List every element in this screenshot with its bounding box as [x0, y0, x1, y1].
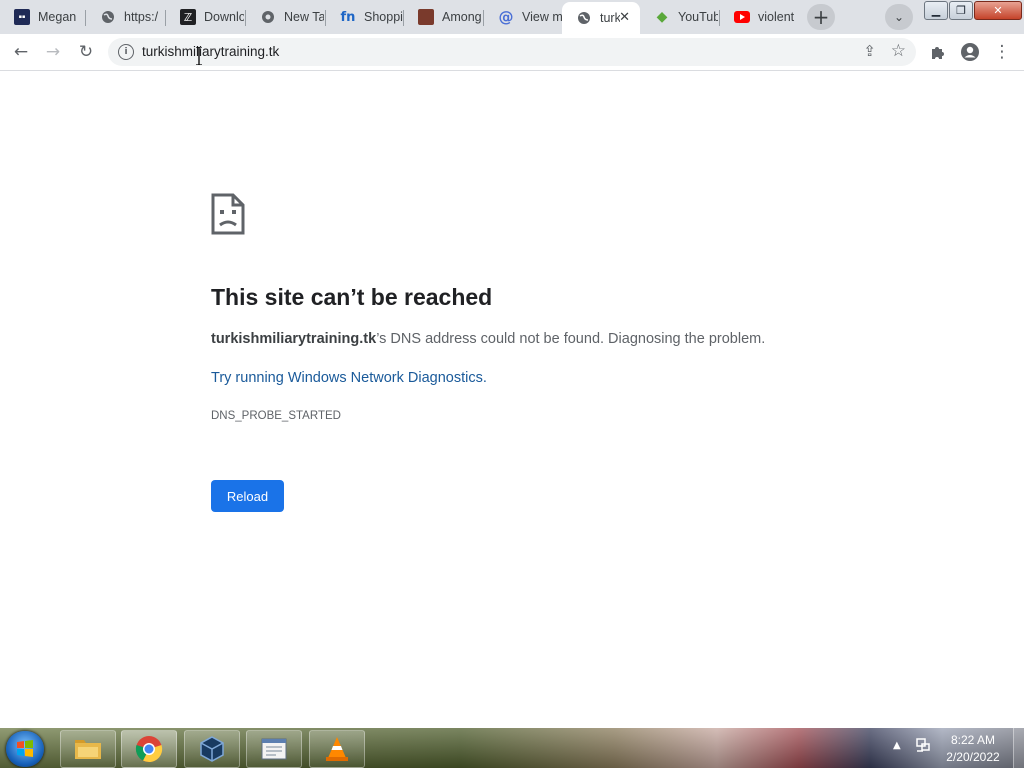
- folder-icon: [75, 740, 101, 759]
- globe-icon: [576, 10, 592, 26]
- tab-strip: ▪▪ Megan https:/ ℤ Downlo New Ta fn Shop…: [0, 0, 1024, 34]
- at-icon: @: [498, 8, 514, 26]
- virtualbox-icon: [200, 736, 224, 762]
- error-title: This site can’t be reached: [211, 284, 493, 310]
- tab-label: violent: [758, 10, 795, 24]
- more-vertical-icon: ⋮: [993, 42, 1011, 62]
- vlc-cone-icon: [326, 737, 348, 761]
- gem-icon: ◆: [656, 9, 668, 25]
- close-window-button[interactable]: ✕: [974, 1, 1022, 20]
- tab-label: YouTub: [678, 10, 718, 24]
- plus-icon: +: [812, 5, 830, 29]
- reload-button[interactable]: Reload: [211, 480, 284, 512]
- error-description: turkishmiliarytraining.tk’s DNS address …: [211, 331, 765, 347]
- reload-toolbar-button[interactable]: ↻: [74, 40, 98, 64]
- tab-label: turk: [600, 11, 620, 25]
- tab-label: View m: [522, 10, 562, 24]
- profile-button[interactable]: [958, 40, 982, 64]
- taskbar-notepad[interactable]: [246, 730, 302, 768]
- tab-search-button[interactable]: ⌄: [885, 4, 913, 30]
- clock-time: 8:22 AM: [950, 733, 996, 747]
- start-button[interactable]: [6, 731, 44, 767]
- tab-violent[interactable]: violent: [720, 2, 800, 32]
- tab-label: Megan: [38, 10, 77, 24]
- avatar-icon: [961, 43, 979, 61]
- puzzle-icon: [932, 47, 944, 59]
- tab-new-tab[interactable]: New Ta: [246, 2, 326, 32]
- new-tab-button[interactable]: +: [807, 4, 835, 30]
- download-site-icon: ℤ: [180, 9, 196, 25]
- taskbar-chrome[interactable]: [121, 730, 177, 768]
- tab-shopping[interactable]: fn Shoppi: [326, 2, 404, 32]
- tab-megan[interactable]: ▪▪ Megan: [0, 2, 86, 32]
- show-desktop-button[interactable]: [1013, 728, 1024, 768]
- chrome-icon: [260, 9, 276, 25]
- window-controls: ▁ ❐ ✕: [922, 0, 1024, 20]
- forward-button[interactable]: →: [41, 40, 65, 64]
- tab-label: Downlo: [204, 10, 244, 24]
- extensions-button[interactable]: [926, 40, 950, 64]
- show-hidden-icons-button[interactable]: ▲: [893, 740, 901, 751]
- diagnostics-suffix: .: [482, 370, 487, 386]
- diagnostics-suggestion: Try running Windows Network Diagnostics.: [211, 370, 487, 386]
- diagnostics-prefix: Try running: [211, 370, 288, 386]
- tab-download[interactable]: ℤ Downlo: [166, 2, 246, 32]
- taskbar-virtualbox[interactable]: [184, 730, 240, 768]
- tab-https[interactable]: https:/: [86, 2, 166, 32]
- chevron-down-icon: ⌄: [893, 10, 905, 24]
- close-icon: ✕: [993, 4, 1003, 17]
- minimize-button[interactable]: ▁: [924, 1, 948, 20]
- tab-label: https:/: [124, 10, 159, 24]
- tab-label: Shoppi: [364, 10, 403, 24]
- back-arrow-icon: ←: [13, 42, 29, 62]
- taskbar-explorer[interactable]: [60, 730, 116, 768]
- text-cursor-icon: [196, 47, 202, 65]
- youtube-icon: [734, 9, 750, 25]
- address-bar-url[interactable]: turkishmiliarytraining.tk: [142, 44, 279, 59]
- globe-icon: [100, 9, 116, 25]
- network-diagnostics-link[interactable]: Windows Network Diagnostics: [288, 370, 483, 386]
- maximize-button[interactable]: ❐: [949, 1, 973, 20]
- error-code: DNS_PROBE_STARTED: [211, 410, 341, 422]
- reload-icon: ↻: [78, 42, 94, 62]
- windows-taskbar: [0, 728, 1024, 768]
- fn-icon: fn: [340, 9, 356, 25]
- back-button[interactable]: ←: [9, 40, 33, 64]
- address-bar[interactable]: i turkishmiliarytraining.tk ⇪ ☆: [108, 38, 916, 66]
- megan-site-icon: ▪▪: [14, 9, 30, 25]
- tab-label: New Ta: [284, 10, 324, 24]
- tab-view[interactable]: @ View m: [484, 2, 563, 32]
- taskbar-vlc[interactable]: [309, 730, 365, 768]
- menu-button[interactable]: ⋮: [990, 40, 1014, 64]
- document-icon: [261, 738, 287, 760]
- windows-logo-icon: [17, 740, 33, 757]
- sad-document-icon: [211, 193, 245, 235]
- chrome-logo-icon: [135, 736, 163, 763]
- forward-arrow-icon: →: [45, 42, 61, 62]
- bookmark-star-icon[interactable]: ☆: [891, 41, 906, 61]
- site-info-icon[interactable]: i: [118, 44, 134, 60]
- browser-toolbar: ← → ↻ i turkishmiliarytraining.tk ⇪ ☆ ⋮: [0, 34, 1024, 71]
- tab-active-turk[interactable]: turk ✕: [562, 2, 640, 34]
- network-icon[interactable]: [915, 737, 931, 753]
- minimize-icon: ▁: [931, 4, 941, 17]
- system-clock[interactable]: 8:22 AM 2/20/2022: [938, 732, 1008, 766]
- clock-date: 2/20/2022: [946, 750, 1000, 764]
- restore-icon: ❐: [956, 4, 966, 17]
- close-tab-icon[interactable]: ✕: [619, 10, 630, 25]
- tab-youtube[interactable]: ◆ YouTub: [640, 2, 720, 32]
- error-domain: turkishmiliarytraining.tk: [211, 331, 377, 347]
- tab-among[interactable]: Among: [404, 2, 484, 32]
- among-site-icon: [418, 9, 434, 25]
- tab-label: Among: [442, 10, 482, 24]
- error-description-text: ’s DNS address could not be found. Diagn…: [376, 331, 766, 347]
- share-icon[interactable]: ⇪: [863, 42, 876, 60]
